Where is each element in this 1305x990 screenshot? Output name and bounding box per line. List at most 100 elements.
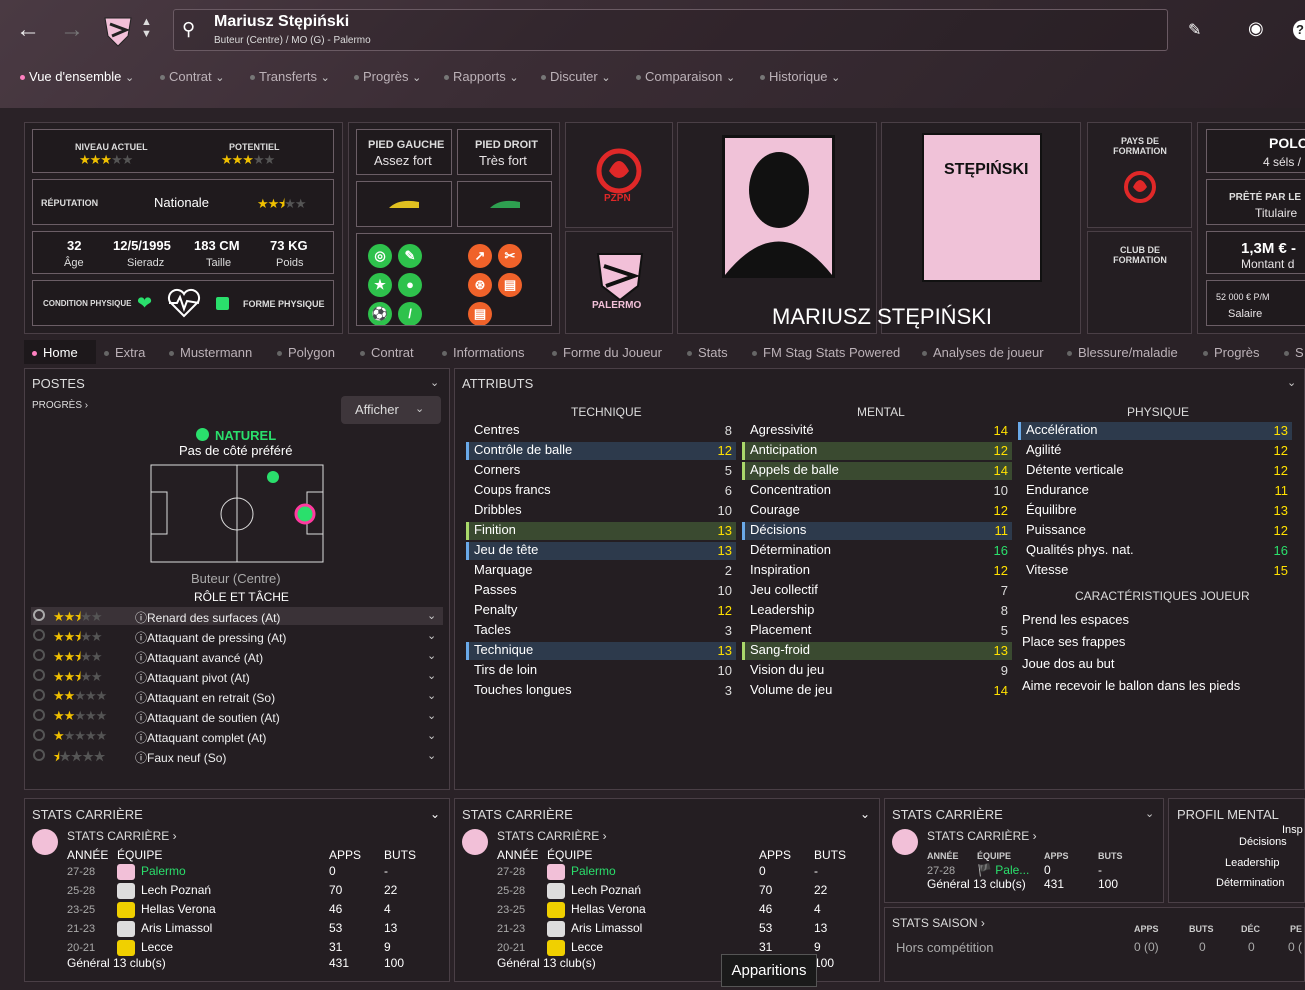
role-radio-icon[interactable] [33, 609, 45, 621]
career-team[interactable]: 🏴 Pale... [977, 863, 1029, 877]
attribute-row[interactable]: Dribbles 10 [466, 502, 736, 520]
pass-skill-icon[interactable]: / [398, 302, 422, 325]
menu-vue-ensemble[interactable]: Vue d'ensemble ⌄ [20, 69, 134, 84]
postes-collapse-icon[interactable]: ⌄ [430, 376, 439, 389]
attribute-row[interactable]: Décisions 11 [742, 522, 1012, 540]
role-chevron-icon[interactable]: ⌄ [427, 729, 436, 742]
career-team[interactable]: Hellas Verona [141, 902, 216, 916]
career-team[interactable]: Lecce [571, 940, 603, 954]
menu-discuter[interactable]: Discuter ⌄ [541, 69, 611, 84]
back-arrow-icon[interactable]: ← [16, 18, 40, 42]
role-row[interactable]: ★★⯨★★ ⓘAttaquant avancé (At) ⌄ [31, 647, 443, 665]
attribute-row[interactable]: Agilité 12 [1018, 442, 1292, 460]
progres-link[interactable]: PROGRÈS › [32, 400, 88, 411]
tab-mustermann[interactable]: Mustermann [169, 345, 252, 360]
attribute-row[interactable]: Sang-froid 13 [742, 642, 1012, 660]
boot-skill-icon[interactable]: ✎ [398, 244, 422, 268]
role-chevron-icon[interactable]: ⌄ [427, 629, 436, 642]
career-team[interactable]: Lecce [141, 940, 173, 954]
attribute-row[interactable]: Placement 5 [742, 622, 1012, 640]
clipboard-icon[interactable]: ▤ [468, 302, 492, 325]
role-chevron-icon[interactable]: ⌄ [427, 649, 436, 662]
tab-progres[interactable]: Progrès [1203, 345, 1260, 360]
search-icon[interactable]: ⚲ [182, 19, 195, 40]
tab-stats[interactable]: Stats [687, 345, 728, 360]
role-row[interactable]: ★★⯨★★ ⓘRenard des surfaces (At) ⌄ [31, 607, 443, 625]
nation-badge-card[interactable]: PZPN [565, 122, 673, 228]
attribute-row[interactable]: Endurance 11 [1018, 482, 1292, 500]
role-chevron-icon[interactable]: ⌄ [427, 709, 436, 722]
tab-contrat[interactable]: Contrat [360, 345, 414, 360]
career-collapse-icon[interactable]: ⌄ [1145, 807, 1154, 820]
attribute-row[interactable]: Agressivité 14 [742, 422, 1012, 440]
tab-extra[interactable]: Extra [104, 345, 145, 360]
menu-contrat[interactable]: Contrat ⌄ [160, 69, 224, 84]
role-radio-icon[interactable] [33, 629, 45, 641]
career-collapse-icon[interactable]: ⌄ [860, 807, 870, 821]
role-radio-icon[interactable] [33, 729, 45, 741]
career-team[interactable]: Palermo [571, 864, 616, 878]
tab-home[interactable]: Home [32, 345, 78, 360]
role-chevron-icon[interactable]: ⌄ [427, 749, 436, 762]
attribute-row[interactable]: Puissance 12 [1018, 522, 1292, 540]
globe-icon[interactable]: ◉ [1248, 18, 1264, 39]
attribute-row[interactable]: Contrôle de balle 12 [466, 442, 736, 460]
head-skill-icon[interactable]: ● [398, 273, 422, 297]
forward-arrow-icon[interactable]: → [60, 18, 84, 42]
afficher-dropdown[interactable]: Afficher ⌄ [341, 396, 441, 424]
attribute-row[interactable]: Tacles 3 [466, 622, 736, 640]
career-sub-link[interactable]: STATS CARRIÈRE › [67, 829, 177, 843]
attribute-row[interactable]: Qualités phys. nat. 16 [1018, 542, 1292, 560]
pitch-diagram[interactable] [150, 464, 324, 563]
attribute-row[interactable]: Tirs de loin 10 [466, 662, 736, 680]
tab-more[interactable]: S [1284, 345, 1304, 360]
attribute-row[interactable]: Technique 13 [466, 642, 736, 660]
menu-historique[interactable]: Historique ⌄ [760, 69, 840, 84]
role-row[interactable]: ★★★★★ ⓘAttaquant de soutien (At) ⌄ [31, 707, 443, 725]
attribute-row[interactable]: Vitesse 15 [1018, 562, 1292, 580]
tactics-icon[interactable]: ✂ [498, 244, 522, 268]
role-row[interactable]: ⯨★★★★ ⓘFaux neuf (So) ⌄ [31, 747, 443, 765]
attribute-row[interactable]: Finition 13 [466, 522, 736, 540]
career-team[interactable]: Aris Limassol [141, 921, 212, 935]
attribute-row[interactable]: Volume de jeu 14 [742, 682, 1012, 700]
attribute-row[interactable]: Corners 5 [466, 462, 736, 480]
role-row[interactable]: ★★⯨★★ ⓘAttaquant pivot (At) ⌄ [31, 667, 443, 685]
notes-icon[interactable]: ▤ [498, 273, 522, 297]
rings-icon[interactable]: ⊛ [468, 273, 492, 297]
role-radio-icon[interactable] [33, 709, 45, 721]
career-team[interactable]: Lech Poznań [141, 883, 211, 897]
attribute-row[interactable]: Courage 12 [742, 502, 1012, 520]
tab-fm-stag[interactable]: FM Stag Stats Powered [752, 345, 900, 360]
attribute-row[interactable]: Accélération 13 [1018, 422, 1292, 440]
attribute-row[interactable]: Marquage 2 [466, 562, 736, 580]
career-team[interactable]: Lech Poznań [571, 883, 641, 897]
attribute-row[interactable]: Équilibre 13 [1018, 502, 1292, 520]
attribute-row[interactable]: Touches longues 3 [466, 682, 736, 700]
tab-polygon[interactable]: Polygon [277, 345, 335, 360]
tab-forme[interactable]: Forme du Joueur [552, 345, 662, 360]
role-radio-icon[interactable] [33, 669, 45, 681]
trend-icon[interactable]: ↗ [468, 244, 492, 268]
career-sub-link[interactable]: STATS CARRIÈRE › [497, 829, 607, 843]
tab-blessure[interactable]: Blessure/maladie [1067, 345, 1178, 360]
target-icon[interactable]: ◎ [368, 244, 392, 268]
role-row[interactable]: ★★★★★ ⓘAttaquant en retrait (So) ⌄ [31, 687, 443, 705]
attribute-row[interactable]: Appels de balle 14 [742, 462, 1012, 480]
attribute-row[interactable]: Inspiration 12 [742, 562, 1012, 580]
role-row[interactable]: ★★⯨★★ ⓘAttaquant de pressing (At) ⌄ [31, 627, 443, 645]
career-team[interactable]: Palermo [141, 864, 186, 878]
attribute-row[interactable]: Concentration 10 [742, 482, 1012, 500]
attribute-row[interactable]: Leadership 8 [742, 602, 1012, 620]
role-chevron-icon[interactable]: ⌄ [427, 669, 436, 682]
attribute-row[interactable]: Anticipation 12 [742, 442, 1012, 460]
role-radio-icon[interactable] [33, 649, 45, 661]
edit-pencil-icon[interactable]: ✎ [1188, 20, 1201, 40]
menu-progres[interactable]: Progrès ⌄ [354, 69, 421, 84]
attribute-row[interactable]: Jeu collectif 7 [742, 582, 1012, 600]
attribute-row[interactable]: Coups francs 6 [466, 482, 736, 500]
attribute-row[interactable]: Jeu de tête 13 [466, 542, 736, 560]
career-collapse-icon[interactable]: ⌄ [430, 807, 440, 821]
role-chevron-icon[interactable]: ⌄ [427, 609, 436, 622]
club-badge-card[interactable]: PALERMO [565, 231, 673, 334]
